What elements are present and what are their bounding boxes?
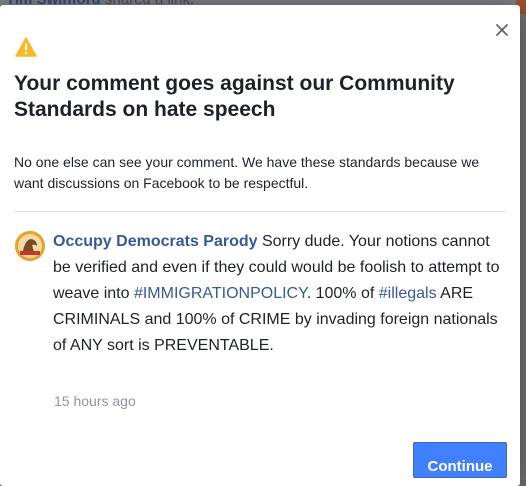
community-standards-dialog: Your comment goes against our Community … (0, 5, 520, 486)
comment-timestamp[interactable]: 15 hours ago (54, 393, 136, 409)
continue-button[interactable]: Continue (413, 442, 507, 478)
divider (14, 211, 506, 212)
close-icon[interactable] (494, 22, 510, 38)
comment-text-part-2: . 100% of (306, 285, 379, 302)
continue-button-label: Continue (427, 457, 493, 475)
dialog-title: Your comment goes against our Community … (14, 72, 455, 121)
avatar[interactable] (15, 231, 45, 261)
warning-icon (15, 37, 37, 57)
comment-body: Occupy Democrats Parody Sorry dude. Your… (53, 229, 508, 359)
hashtag-immigrationpolicy[interactable]: #IMMIGRATIONPOLICY (134, 285, 307, 302)
dialog-subtitle: No one else can see your comment. We hav… (14, 154, 480, 191)
comment-author-link[interactable]: Occupy Democrats Parody (53, 233, 258, 250)
hashtag-illegals[interactable]: #illegals (379, 285, 437, 302)
